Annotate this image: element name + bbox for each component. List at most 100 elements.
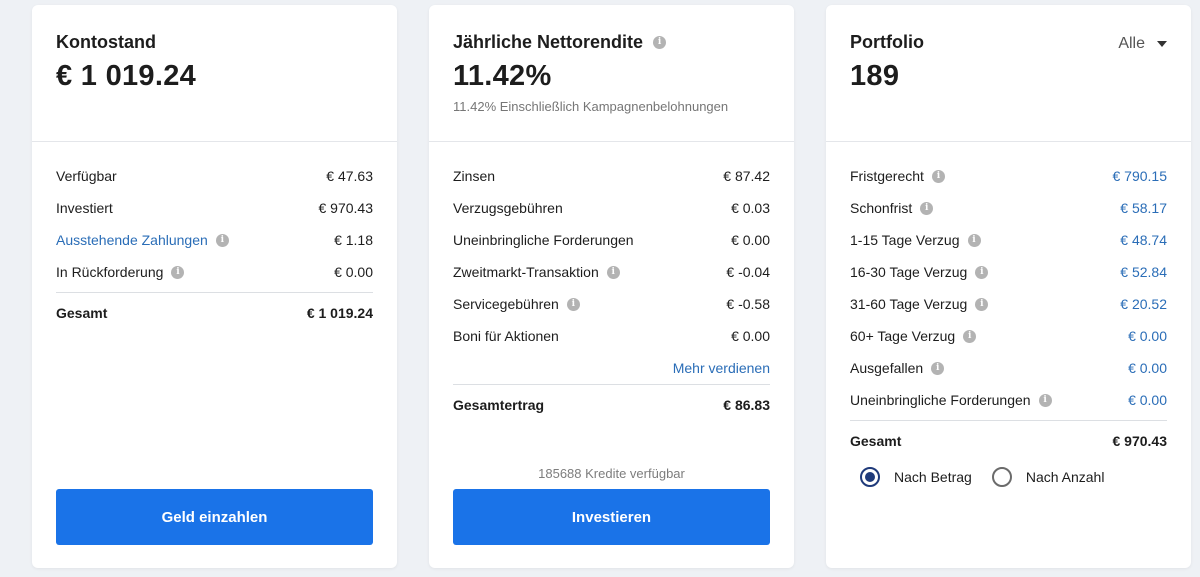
portfolio-row-late-1-15: 1-15 Tage Verzug i € 48.74 — [850, 224, 1167, 256]
balance-row-pending-payments: Ausstehende Zahlungen i € 1.18 — [56, 224, 373, 256]
row-label: Investiert — [56, 200, 113, 216]
portfolio-row-bad-debt: Uneinbringliche Forderungen i € 0.00 — [850, 384, 1167, 416]
radio-label: Nach Anzahl — [1025, 469, 1105, 485]
row-value[interactable]: € 0.00 — [1128, 328, 1167, 344]
deposit-button[interactable]: Geld einzahlen — [56, 489, 373, 545]
portfolio-row-late-60-plus: 60+ Tage Verzug i € 0.00 — [850, 320, 1167, 352]
info-icon[interactable]: i — [606, 265, 620, 279]
info-icon[interactable]: i — [975, 297, 989, 311]
row-value: € 0.00 — [731, 232, 770, 248]
portfolio-row-grace-period: Schonfrist i € 58.17 — [850, 192, 1167, 224]
radio-by-count[interactable]: Nach Anzahl — [991, 467, 1105, 487]
radio-unchecked-icon[interactable] — [991, 467, 1012, 487]
row-label: Servicegebühren — [453, 296, 559, 312]
row-label: Zinsen — [453, 168, 496, 184]
row-value: € 0.00 — [334, 264, 373, 280]
row-value: € 0.03 — [731, 200, 770, 216]
portfolio-card-header: Portfolio 189 Alle — [826, 5, 1191, 142]
row-value: € 0.00 — [731, 328, 770, 344]
info-icon[interactable]: i — [171, 265, 185, 279]
row-value: € 47.63 — [326, 168, 373, 184]
return-title-text: Jährliche Nettorendite — [453, 32, 644, 52]
row-label: Uneinbringliche Forderungen — [453, 232, 634, 248]
portfolio-total-row: Gesamt € 970.43 — [850, 421, 1167, 461]
row-label: Verfügbar — [56, 168, 117, 184]
balance-row-available: Verfügbar € 47.63 — [56, 160, 373, 192]
return-title: Jährliche Nettorendite i — [453, 32, 770, 52]
portfolio-rows: Fristgerecht i € 790.15 Schonfrist i € 5… — [826, 142, 1191, 487]
row-value[interactable]: € 58.17 — [1120, 200, 1167, 216]
return-amount: 11.42% — [453, 60, 552, 92]
portfolio-count: 189 — [850, 60, 900, 92]
return-card-header: Jährliche Nettorendite i 11.42% 11.42% E… — [429, 5, 794, 142]
portfolio-row-late-16-30: 16-30 Tage Verzug i € 52.84 — [850, 256, 1167, 288]
row-label: In Rückforderung — [56, 264, 164, 280]
portfolio-row-late-31-60: 31-60 Tage Verzug i € 20.52 — [850, 288, 1167, 320]
portfolio-row-current: Fristgerecht i € 790.15 — [850, 160, 1167, 192]
row-value[interactable]: € 790.15 — [1113, 168, 1168, 184]
radio-by-amount[interactable]: Nach Betrag — [860, 467, 972, 487]
return-subtitle: 11.42% Einschließlich Kampagnenbelohnung… — [453, 99, 729, 114]
return-row-interest: Zinsen € 87.42 — [453, 160, 770, 192]
return-row-bad-debt: Uneinbringliche Forderungen € 0.00 — [453, 224, 770, 256]
info-icon[interactable]: i — [931, 169, 945, 183]
portfolio-filter-dropdown[interactable]: Alle — [1118, 35, 1167, 53]
earn-more-link[interactable]: Mehr verdienen — [673, 360, 770, 376]
balance-rows: Verfügbar € 47.63 Investiert € 970.43 Au… — [32, 142, 397, 333]
more-link-row: Mehr verdienen — [453, 352, 770, 384]
invest-button[interactable]: Investieren — [453, 489, 770, 545]
row-value[interactable]: € 0.00 — [1128, 392, 1167, 408]
balance-row-recovery: In Rückforderung i € 0.00 — [56, 256, 373, 288]
radio-label: Nach Betrag — [894, 469, 972, 485]
row-value[interactable]: € 52.84 — [1120, 264, 1167, 280]
total-label: Gesamtertrag — [453, 397, 545, 413]
row-value: € 1.18 — [334, 232, 373, 248]
balance-amount: € 1 019.24 — [56, 60, 197, 92]
row-label: Schonfrist — [850, 200, 913, 216]
row-label: Boni für Aktionen — [453, 328, 559, 344]
total-value: € 86.83 — [723, 397, 770, 413]
caret-down-icon — [1157, 41, 1167, 47]
info-icon[interactable]: i — [920, 201, 934, 215]
info-icon[interactable]: i — [215, 233, 229, 247]
return-row-service-fees: Servicegebühren i € -0.58 — [453, 288, 770, 320]
info-icon[interactable]: i — [566, 297, 580, 311]
pending-payments-link[interactable]: Ausstehende Zahlungen — [56, 232, 208, 248]
row-label: Uneinbringliche Forderungen — [850, 392, 1031, 408]
row-label: Zweitmarkt-Transaktion — [453, 264, 599, 280]
row-label: Fristgerecht — [850, 168, 924, 184]
return-row-bonuses: Boni für Aktionen € 0.00 — [453, 320, 770, 352]
row-value[interactable]: € 20.52 — [1120, 296, 1167, 312]
info-icon[interactable]: i — [967, 233, 981, 247]
row-value: € -0.04 — [726, 264, 770, 280]
balance-row-invested: Investiert € 970.43 — [56, 192, 373, 224]
row-label: 16-30 Tage Verzug — [850, 264, 968, 280]
radio-checked-icon[interactable] — [860, 467, 880, 487]
row-value: € -0.58 — [726, 296, 770, 312]
total-value: € 970.43 — [1112, 433, 1168, 449]
return-card: Jährliche Nettorendite i 11.42% 11.42% E… — [429, 5, 794, 568]
portfolio-row-defaulted: Ausgefallen i € 0.00 — [850, 352, 1167, 384]
row-value[interactable]: € 0.00 — [1128, 360, 1167, 376]
total-label: Gesamt — [56, 305, 108, 321]
return-rows: Zinsen € 87.42 Verzugsgebühren € 0.03 Un… — [429, 142, 794, 425]
return-row-late-fees: Verzugsgebühren € 0.03 — [453, 192, 770, 224]
row-label: 31-60 Tage Verzug — [850, 296, 968, 312]
total-value: € 1 019.24 — [306, 305, 373, 321]
row-label: 60+ Tage Verzug — [850, 328, 956, 344]
balance-card-header: Kontostand € 1 019.24 — [32, 5, 397, 142]
balance-title: Kontostand — [56, 32, 156, 52]
row-label: Ausgefallen — [850, 360, 924, 376]
row-label: 1-15 Tage Verzug — [850, 232, 960, 248]
info-icon[interactable]: i — [931, 361, 945, 375]
return-row-secondary-market: Zweitmarkt-Transaktion i € -0.04 — [453, 256, 770, 288]
balance-card: Kontostand € 1 019.24 Verfügbar € 47.63 … — [32, 5, 397, 568]
info-icon[interactable]: i — [1038, 393, 1052, 407]
info-icon[interactable]: i — [975, 265, 989, 279]
portfolio-view-radio-group: Nach Betrag Nach Anzahl — [850, 461, 1167, 487]
total-label: Gesamt — [850, 433, 902, 449]
info-icon[interactable]: i — [653, 35, 667, 49]
return-total-row: Gesamtertrag € 86.83 — [453, 385, 770, 425]
info-icon[interactable]: i — [963, 329, 977, 343]
row-value[interactable]: € 48.74 — [1120, 232, 1167, 248]
